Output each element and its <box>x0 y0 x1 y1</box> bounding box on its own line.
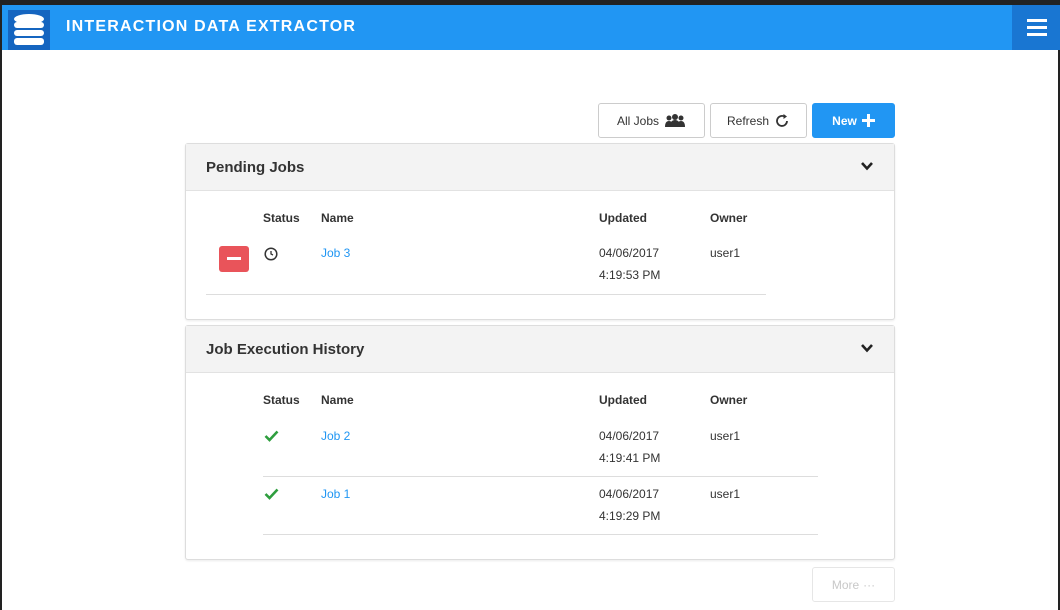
updated-date: 04/06/2017 <box>599 487 660 501</box>
chevron-down-icon[interactable] <box>860 341 874 355</box>
column-header-updated: Updated <box>599 393 647 407</box>
refresh-button[interactable]: Refresh <box>710 103 807 138</box>
job-link[interactable]: Job 2 <box>321 425 350 447</box>
updated-time: 4:19:41 PM <box>599 451 661 465</box>
column-header-name: Name <box>321 393 354 407</box>
more-label: More <box>831 577 860 592</box>
job-history-header[interactable]: Job Execution History <box>186 326 894 373</box>
top-bar: INTERACTION DATA EXTRACTOR <box>2 0 1060 50</box>
column-header-owner: Owner <box>710 393 748 407</box>
database-icon[interactable] <box>8 10 50 50</box>
column-header-updated: Updated <box>599 211 647 225</box>
new-job-button[interactable]: New <box>812 103 895 138</box>
job-history-panel: Job Execution History Status Name Update… <box>185 325 895 560</box>
pending-jobs-panel: Pending Jobs Status Name Updated Owner J… <box>185 143 895 320</box>
updated-time: 4:19:29 PM <box>599 509 661 523</box>
check-icon <box>264 430 279 442</box>
chevron-down-icon[interactable] <box>860 159 874 173</box>
column-header-name: Name <box>321 211 354 225</box>
column-header-status: Status <box>263 393 300 407</box>
all-jobs-button[interactable]: All Jobs <box>598 103 705 138</box>
panel-title: Pending Jobs <box>206 159 305 176</box>
owner-value: user1 <box>710 487 741 501</box>
panel-title: Job Execution History <box>206 341 365 358</box>
job-link[interactable]: Job 1 <box>321 483 350 505</box>
hamburger-menu-icon[interactable] <box>1012 5 1060 50</box>
updated-date: 04/06/2017 <box>599 246 660 260</box>
all-jobs-label: All Jobs <box>616 113 660 128</box>
column-header-status: Status <box>263 211 300 225</box>
new-label: New <box>832 113 857 128</box>
app-window: INTERACTION DATA EXTRACTOR All Jobs Refr… <box>0 0 1060 610</box>
cancel-job-button[interactable] <box>219 246 249 272</box>
plus-icon <box>861 114 875 127</box>
users-icon <box>665 113 686 127</box>
more-button[interactable]: More ··· <box>812 567 895 602</box>
minus-icon <box>227 257 241 260</box>
updated-date: 04/06/2017 <box>599 429 660 443</box>
refresh-label: Refresh <box>726 113 770 128</box>
row-divider <box>263 476 818 477</box>
column-header-owner: Owner <box>710 211 748 225</box>
refresh-icon <box>776 113 788 127</box>
row-divider <box>206 294 766 295</box>
job-link[interactable]: Job 3 <box>321 242 350 264</box>
check-icon <box>264 488 279 500</box>
pending-jobs-header[interactable]: Pending Jobs <box>186 144 894 191</box>
updated-time: 4:19:53 PM <box>599 268 661 282</box>
row-divider <box>263 534 818 535</box>
app-title: INTERACTION DATA EXTRACTOR <box>66 18 357 35</box>
ellipsis-icon: ··· <box>863 577 876 592</box>
owner-value: user1 <box>710 246 741 260</box>
clock-icon <box>264 247 278 261</box>
owner-value: user1 <box>710 429 741 443</box>
